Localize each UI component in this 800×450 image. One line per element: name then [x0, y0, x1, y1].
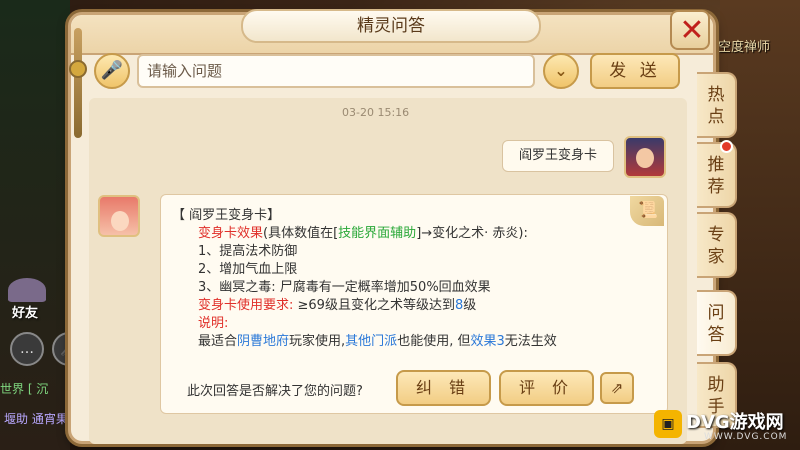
tab-qa-label-1: 问 [707, 303, 725, 323]
voice-input-button[interactable]: 🎤 [94, 53, 130, 89]
answer-effect-line: 变身卡效果(具体数值在[技能界面辅助]→变化之术· 赤炎): [198, 222, 528, 241]
chat-bubble-icon[interactable]: … [10, 332, 44, 366]
tab-recommend[interactable]: 推 荐 [697, 142, 737, 208]
close-icon: ✕ [679, 13, 705, 48]
tab-expert[interactable]: 专 家 [697, 212, 737, 278]
note-other: 其他门派 [345, 334, 398, 349]
tab-expert-label-1: 专 [707, 225, 725, 245]
requirement-text-b: 级 [463, 298, 477, 313]
npc-name-label: 空度禅师 [717, 40, 770, 55]
tab-hot-label-1: 热 [707, 85, 725, 105]
note-c: 也能使用, 但 [397, 334, 471, 349]
watermark-url: WWW.DVG.COM [704, 432, 788, 442]
question-input[interactable] [137, 54, 535, 88]
chevron-down-icon[interactable]: ⌄ [543, 53, 579, 89]
effect-item-3: 3、幽冥之毒: 尸腐毒有一定概率增加50%回血效果 [198, 280, 491, 295]
requirement-label: 变身卡使用要求: [198, 298, 294, 313]
requirement-level: 8 [454, 298, 464, 313]
tab-recommend-label-2: 荐 [707, 177, 725, 197]
send-button[interactable]: 发 送 [590, 53, 680, 89]
note-line: 最适合阴曹地府玩家使用,其他门派也能使用, 但效果3无法生效 [198, 330, 557, 349]
effect-item-2: 2、增加气血上限 [198, 262, 298, 277]
correct-button[interactable]: 纠 错 [396, 370, 491, 406]
note-school: 阴曹地府 [237, 334, 290, 349]
rate-button[interactable]: 评 价 [499, 370, 594, 406]
note-effect: 效果3 [470, 334, 505, 349]
note-d: 无法生效 [504, 334, 557, 349]
effect-item-1: 1、提高法术防御 [198, 244, 298, 259]
friend-label[interactable]: 好友 [12, 302, 38, 321]
tab-hot[interactable]: 热 点 [697, 72, 737, 138]
tab-qa-label-2: 答 [707, 325, 725, 345]
close-button[interactable]: ✕ [670, 10, 710, 50]
world-chat-line-2: 堰助 通宵果 [4, 412, 68, 426]
notification-dot [720, 140, 733, 153]
tab-recommend-label-1: 推 [707, 155, 725, 175]
answer-title: 【 阎罗王变身卡】 [172, 208, 281, 223]
share-icon[interactable]: ⇗ [600, 372, 634, 404]
site-watermark: ▣ DVG游戏网 WWW.DVG.COM [654, 408, 796, 446]
gamepad-icon: ▣ [654, 410, 682, 438]
user-avatar [624, 136, 666, 178]
world-chat-line: 世界 [ 沉 [0, 382, 49, 396]
feedback-question: 此次回答是否解决了您的问题? [187, 384, 363, 399]
message-timestamp: 03-20 15:16 [342, 106, 410, 119]
dialog-title: 精灵问答 [241, 9, 541, 43]
effect-intro-a: (具体数值在[ [263, 226, 339, 241]
requirement-line: 变身卡使用要求: ≥69级且变化之术等级达到8级 [198, 294, 476, 313]
user-message: 阎罗王变身卡 [502, 140, 614, 172]
note-label: 说明: [198, 316, 229, 331]
note-a: 最适合 [198, 334, 238, 349]
skill-assist-link[interactable]: 技能界面辅助 [338, 226, 416, 241]
assistant-avatar [98, 195, 140, 237]
tab-assistant-label-1: 助 [707, 375, 725, 395]
friend-hat-icon[interactable] [8, 278, 46, 302]
effect-label: 变身卡效果 [198, 226, 264, 241]
watermark-text: DVG游戏网 [686, 412, 784, 433]
tab-qa[interactable]: 问 答 [697, 290, 737, 356]
tassel-decoration [74, 28, 82, 138]
note-b: 玩家使用, [289, 334, 346, 349]
scroll-icon: 📜 [638, 200, 658, 219]
effect-intro-b: ]→变化之术· 赤炎): [416, 226, 528, 241]
tassel-knot-decoration [69, 60, 87, 78]
tab-hot-label-2: 点 [707, 107, 725, 127]
requirement-text-a: ≥69级且变化之术等级达到 [293, 298, 455, 313]
tab-expert-label-2: 家 [707, 247, 725, 267]
